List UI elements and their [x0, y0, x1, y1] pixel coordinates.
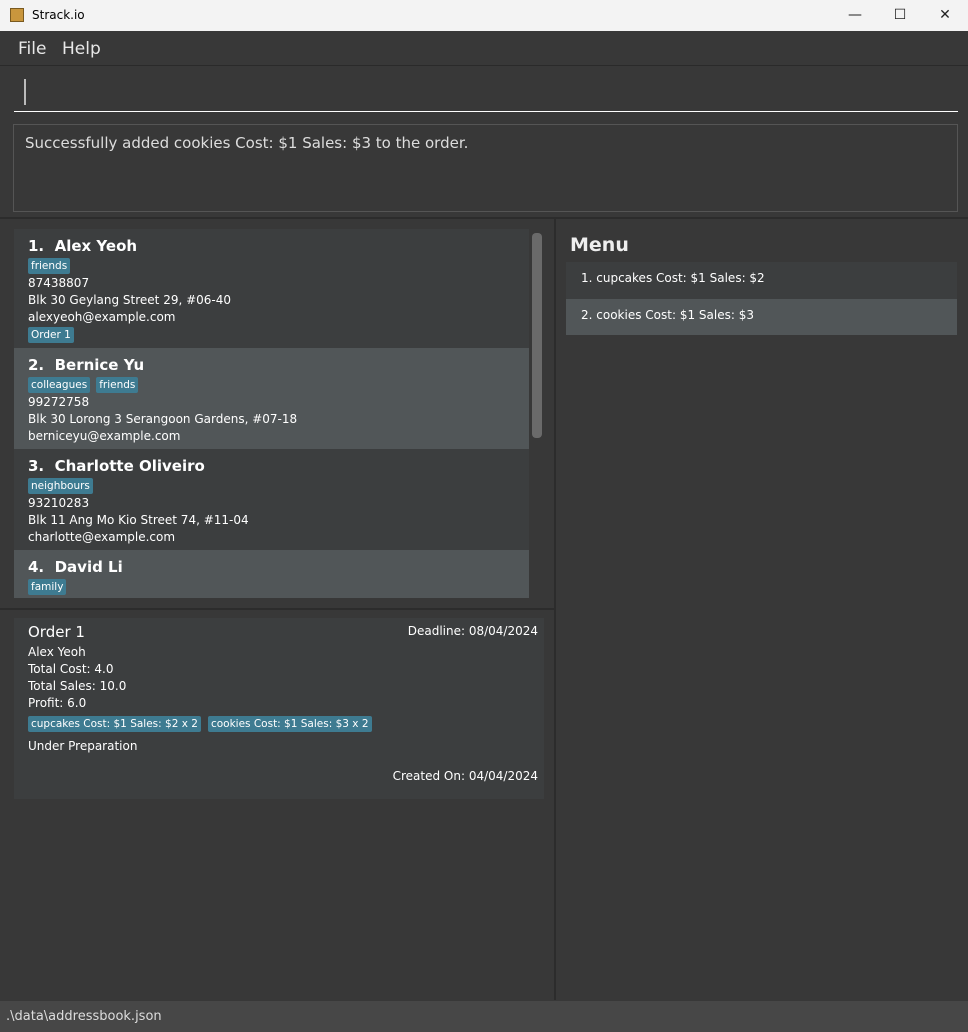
tag: friends [96, 377, 139, 393]
person-name: 2. Bernice Yu [28, 356, 145, 374]
order-total-sales: Total Sales: 10.0 [28, 679, 127, 693]
menu-file[interactable]: File [18, 39, 46, 59]
person-address: Blk 11 Ang Mo Kio Street 74, #11-04 [28, 513, 249, 527]
person-card[interactable]: 2. Bernice Yu colleagues friends 99272758 Bl… [14, 348, 529, 449]
person-card[interactable]: 3. Charlotte Oliveiro neighbours 93210283 B… [14, 449, 529, 550]
order-item-tag: cupcakes Cost: $1 Sales: $2 x 2 [28, 716, 201, 732]
person-list[interactable]: 1. Alex Yeoh friends 87438807 Blk 30 Geylan… [14, 229, 529, 598]
window-title: Strack.io [32, 8, 85, 22]
person-index: 3. [28, 457, 55, 475]
order-tag: Order 1 [28, 327, 74, 343]
menu-list[interactable]: 1. cupcakes Cost: $1 Sales: $2 2. cookie… [566, 262, 957, 335]
person-phone: 87438807 [28, 276, 90, 290]
person-card[interactable]: 1. Alex Yeoh friends 87438807 Blk 30 Geylan… [14, 229, 529, 348]
divider [0, 217, 968, 219]
person-phone: 93210283 [28, 496, 90, 510]
person-email: berniceyu@example.com [28, 429, 181, 443]
menu-title: Menu [570, 234, 629, 256]
order-customer: Alex Yeoh [28, 645, 86, 659]
menu-bar: File Help [0, 31, 968, 66]
person-index: 1. [28, 237, 55, 255]
menu-item[interactable]: 1. cupcakes Cost: $1 Sales: $2 [566, 262, 957, 299]
person-name: 4. David Li [28, 558, 123, 576]
tag: family [28, 579, 67, 595]
order-item-tag: cookies Cost: $1 Sales: $3 x 2 [207, 716, 372, 732]
title-bar: Strack.io — ☐ ✕ [0, 0, 968, 31]
divider[interactable] [554, 219, 556, 1000]
close-button[interactable]: ✕ [922, 0, 968, 31]
command-input[interactable] [14, 70, 958, 112]
person-email: alexyeoh@example.com [28, 310, 176, 324]
result-display: Successfully added cookies Cost: $1 Sale… [13, 124, 958, 212]
person-phone: 99272758 [28, 395, 90, 409]
person-card[interactable]: 4. David Li family [14, 550, 529, 598]
order-profit: Profit: 6.0 [28, 696, 87, 710]
order-deadline: Deadline: 08/04/2024 [407, 624, 538, 638]
order-status: Under Preparation [28, 739, 138, 753]
person-name: 1. Alex Yeoh [28, 237, 138, 255]
status-bar: .\data\addressbook.json [0, 1001, 968, 1032]
order-total-cost: Total Cost: 4.0 [28, 662, 114, 676]
scrollbar[interactable] [532, 233, 542, 438]
maximize-button[interactable]: ☐ [877, 0, 923, 31]
order-created: Created On: 04/04/2024 [392, 769, 538, 783]
order-card[interactable]: Order 1 Deadline: 08/04/2024 Alex Yeoh T… [14, 618, 544, 799]
person-index: 2. [28, 356, 55, 374]
tag: colleagues [28, 377, 91, 393]
person-index: 4. [28, 558, 55, 576]
tag: friends [28, 258, 71, 274]
menu-help[interactable]: Help [62, 39, 101, 59]
person-name: 3. Charlotte Oliveiro [28, 457, 205, 475]
person-address: Blk 30 Geylang Street 29, #06-40 [28, 293, 232, 307]
minimize-button[interactable]: — [832, 0, 878, 31]
person-address: Blk 30 Lorong 3 Serangoon Gardens, #07-1… [28, 412, 298, 426]
text-caret [24, 79, 26, 105]
tag: neighbours [28, 478, 93, 494]
divider[interactable] [0, 608, 554, 610]
menu-item[interactable]: 2. cookies Cost: $1 Sales: $3 [566, 298, 957, 335]
person-email: charlotte@example.com [28, 530, 176, 544]
app-icon [10, 8, 24, 22]
